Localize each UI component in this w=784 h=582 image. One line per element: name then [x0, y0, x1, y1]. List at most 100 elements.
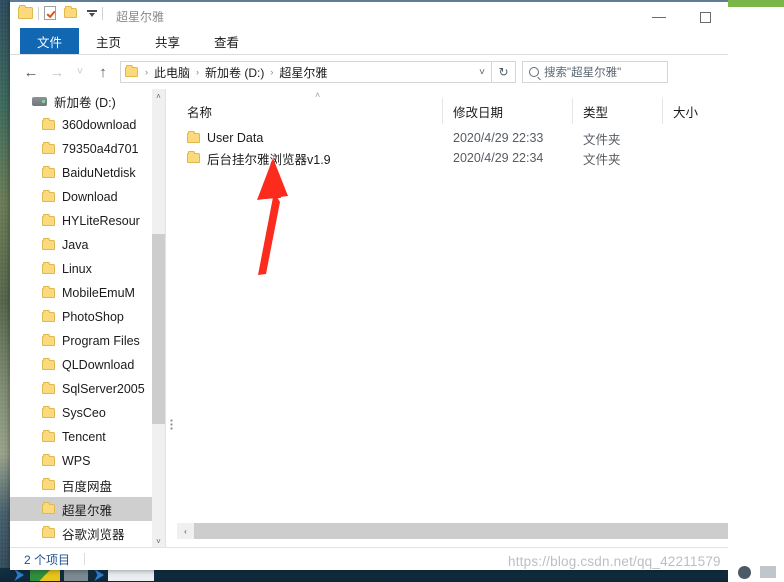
scrollbar-thumb[interactable]	[152, 234, 165, 424]
file-name-cell[interactable]: User Data	[177, 128, 443, 148]
taskbar-icon-2[interactable]	[30, 569, 60, 581]
nav-item-79350a4d701[interactable]: 79350a4d701	[10, 137, 152, 161]
splitter-grip-icon	[170, 419, 173, 430]
folder-icon[interactable]	[18, 5, 33, 19]
nav-item-tencent[interactable]: Tencent	[10, 425, 152, 449]
nav-item-linux[interactable]: Linux	[10, 257, 152, 281]
taskbar[interactable]	[0, 568, 784, 582]
recent-locations-button[interactable]: ˅	[70, 57, 90, 87]
minimize-button[interactable]	[636, 4, 682, 30]
drive-icon	[32, 96, 47, 106]
folder-icon	[42, 190, 55, 202]
customize-dropdown-icon[interactable]	[87, 8, 97, 18]
navigation-pane[interactable]: 新加卷 (D:) 360download 79350a4d701 BaiduNe…	[10, 89, 165, 548]
folder-icon	[42, 334, 55, 346]
divider	[38, 6, 39, 20]
divider	[84, 553, 86, 565]
file-list-horizontal-scrollbar[interactable]: ‹	[177, 523, 728, 539]
nav-item-label: 超星尔雅	[62, 503, 113, 518]
taskbar-icon-4[interactable]	[94, 569, 104, 581]
app-icon[interactable]	[760, 566, 776, 578]
nav-item-baidunetdisk[interactable]: BaiduNetdisk	[10, 161, 152, 185]
tab-home[interactable]: 主页	[79, 28, 138, 54]
window-title: 超星尔雅	[116, 10, 165, 24]
nav-item-label: 79350a4d701	[62, 142, 139, 156]
search-box[interactable]: 搜索"超星尔雅"	[522, 61, 668, 83]
scroll-left-icon[interactable]: ‹	[177, 523, 194, 539]
nav-item-label: Program Files	[62, 334, 140, 348]
address-folder-icon	[125, 65, 138, 77]
nav-item-label: 谷歌浏览器	[62, 527, 125, 542]
file-name-label: 后台挂尔雅浏览器v1.9	[207, 152, 331, 167]
table-row[interactable]: User Data 2020/4/29 22:33 文件夹	[177, 128, 728, 148]
column-header-name[interactable]: 名称	[177, 98, 443, 124]
up-button[interactable]: ↑	[90, 57, 116, 87]
breadcrumb-this-pc[interactable]: 此电脑	[151, 64, 193, 81]
nav-item-chaoxing-erya[interactable]: 超星尔雅	[10, 497, 152, 521]
nav-item-baidu-wangpan[interactable]: 百度网盘	[10, 473, 152, 497]
forward-button[interactable]: →	[44, 57, 70, 87]
column-header-date[interactable]: 修改日期	[443, 98, 573, 124]
scroll-down-icon[interactable]: ˅	[152, 534, 165, 548]
nav-item-google-browser[interactable]: 谷歌浏览器	[10, 521, 152, 545]
folder-icon	[42, 478, 55, 490]
address-bar[interactable]: › 此电脑 › 新加卷 (D:) › 超星尔雅 ˅	[120, 61, 492, 83]
hscrollbar-thumb[interactable]	[194, 523, 728, 539]
nav-item-label: MobileEmuM	[62, 286, 135, 300]
tab-file[interactable]: 文件	[20, 28, 80, 54]
nav-item-sysceo[interactable]: SysCeo	[10, 401, 152, 425]
back-button[interactable]: ←	[18, 57, 44, 87]
file-explorer-window: 超星尔雅 文件 主页 共享 查看 ← → ˅ ↑ › 此电脑 › 新加卷 (D:…	[10, 0, 728, 570]
scroll-up-icon[interactable]: ˄	[152, 89, 165, 103]
file-name-cell[interactable]: 后台挂尔雅浏览器v1.9	[177, 148, 443, 168]
file-rows: User Data 2020/4/29 22:33 文件夹 后台挂尔雅浏览器v1…	[177, 128, 728, 168]
chevron-down-icon[interactable]: ˅	[479, 67, 487, 78]
nav-item-label: 百度网盘	[62, 479, 113, 494]
nav-item-hyliteresour[interactable]: HYLiteResour	[10, 209, 152, 233]
taskbar-icon-3[interactable]	[64, 569, 88, 581]
search-icon	[529, 67, 539, 77]
nav-item-program-files[interactable]: Program Files	[10, 329, 152, 353]
nav-item-java[interactable]: Java	[10, 233, 152, 257]
maximize-button[interactable]	[682, 4, 728, 30]
nav-item-sqlserver2005[interactable]: SqlServer2005	[10, 377, 152, 401]
tab-share[interactable]: 共享	[138, 28, 197, 54]
file-name-label: User Data	[207, 131, 264, 145]
nav-item-label: BaiduNetdisk	[62, 166, 136, 180]
table-row[interactable]: 后台挂尔雅浏览器v1.9 2020/4/29 22:34 文件夹	[177, 148, 728, 168]
window-controls[interactable]	[636, 4, 728, 30]
taskbar-icon-5[interactable]	[108, 569, 154, 581]
quick-access-toolbar[interactable]	[18, 5, 108, 20]
file-list-pane[interactable]: ˄ 名称 修改日期 类型 大小 User Data 2020/4/29 22:3…	[177, 89, 728, 548]
new-folder-icon[interactable]	[64, 6, 77, 18]
nav-item-label: Download	[62, 190, 118, 204]
nav-item-drive[interactable]: 新加卷 (D:)	[10, 89, 152, 113]
column-header-type[interactable]: 类型	[573, 98, 663, 124]
nav-item-360download[interactable]: 360download	[10, 113, 152, 137]
divider-2	[102, 6, 103, 20]
nav-item-qldownload[interactable]: QLDownload	[10, 353, 152, 377]
folder-icon	[187, 151, 200, 163]
nav-item-label: Linux	[62, 262, 92, 276]
globe-icon[interactable]	[738, 566, 751, 579]
content-area: 新加卷 (D:) 360download 79350a4d701 BaiduNe…	[10, 89, 728, 548]
nav-item-mobileemum[interactable]: MobileEmuM	[10, 281, 152, 305]
folder-icon	[42, 238, 55, 250]
breadcrumb-current-folder[interactable]: 超星尔雅	[276, 64, 330, 81]
breadcrumb-drive[interactable]: 新加卷 (D:)	[202, 64, 267, 81]
item-count-label: 2 个项目	[24, 552, 71, 567]
tab-view[interactable]: 查看	[197, 28, 256, 54]
refresh-button[interactable]: ↻	[492, 61, 516, 83]
folder-icon	[42, 406, 55, 418]
taskbar-icon-1[interactable]	[14, 569, 24, 581]
navigation-pane-scrollbar[interactable]: ˄ ˅	[152, 89, 165, 548]
folder-icon	[42, 262, 55, 274]
properties-icon[interactable]	[44, 6, 56, 20]
screen: 超星尔雅 文件 主页 共享 查看 ← → ˅ ↑ › 此电脑 › 新加卷 (D:…	[0, 0, 784, 582]
file-size-cell	[663, 128, 728, 148]
nav-item-label: SqlServer2005	[62, 382, 145, 396]
nav-item-download[interactable]: Download	[10, 185, 152, 209]
nav-item-photoshop[interactable]: PhotoShop	[10, 305, 152, 329]
nav-item-wps[interactable]: WPS	[10, 449, 152, 473]
column-header-size[interactable]: 大小	[663, 98, 728, 124]
